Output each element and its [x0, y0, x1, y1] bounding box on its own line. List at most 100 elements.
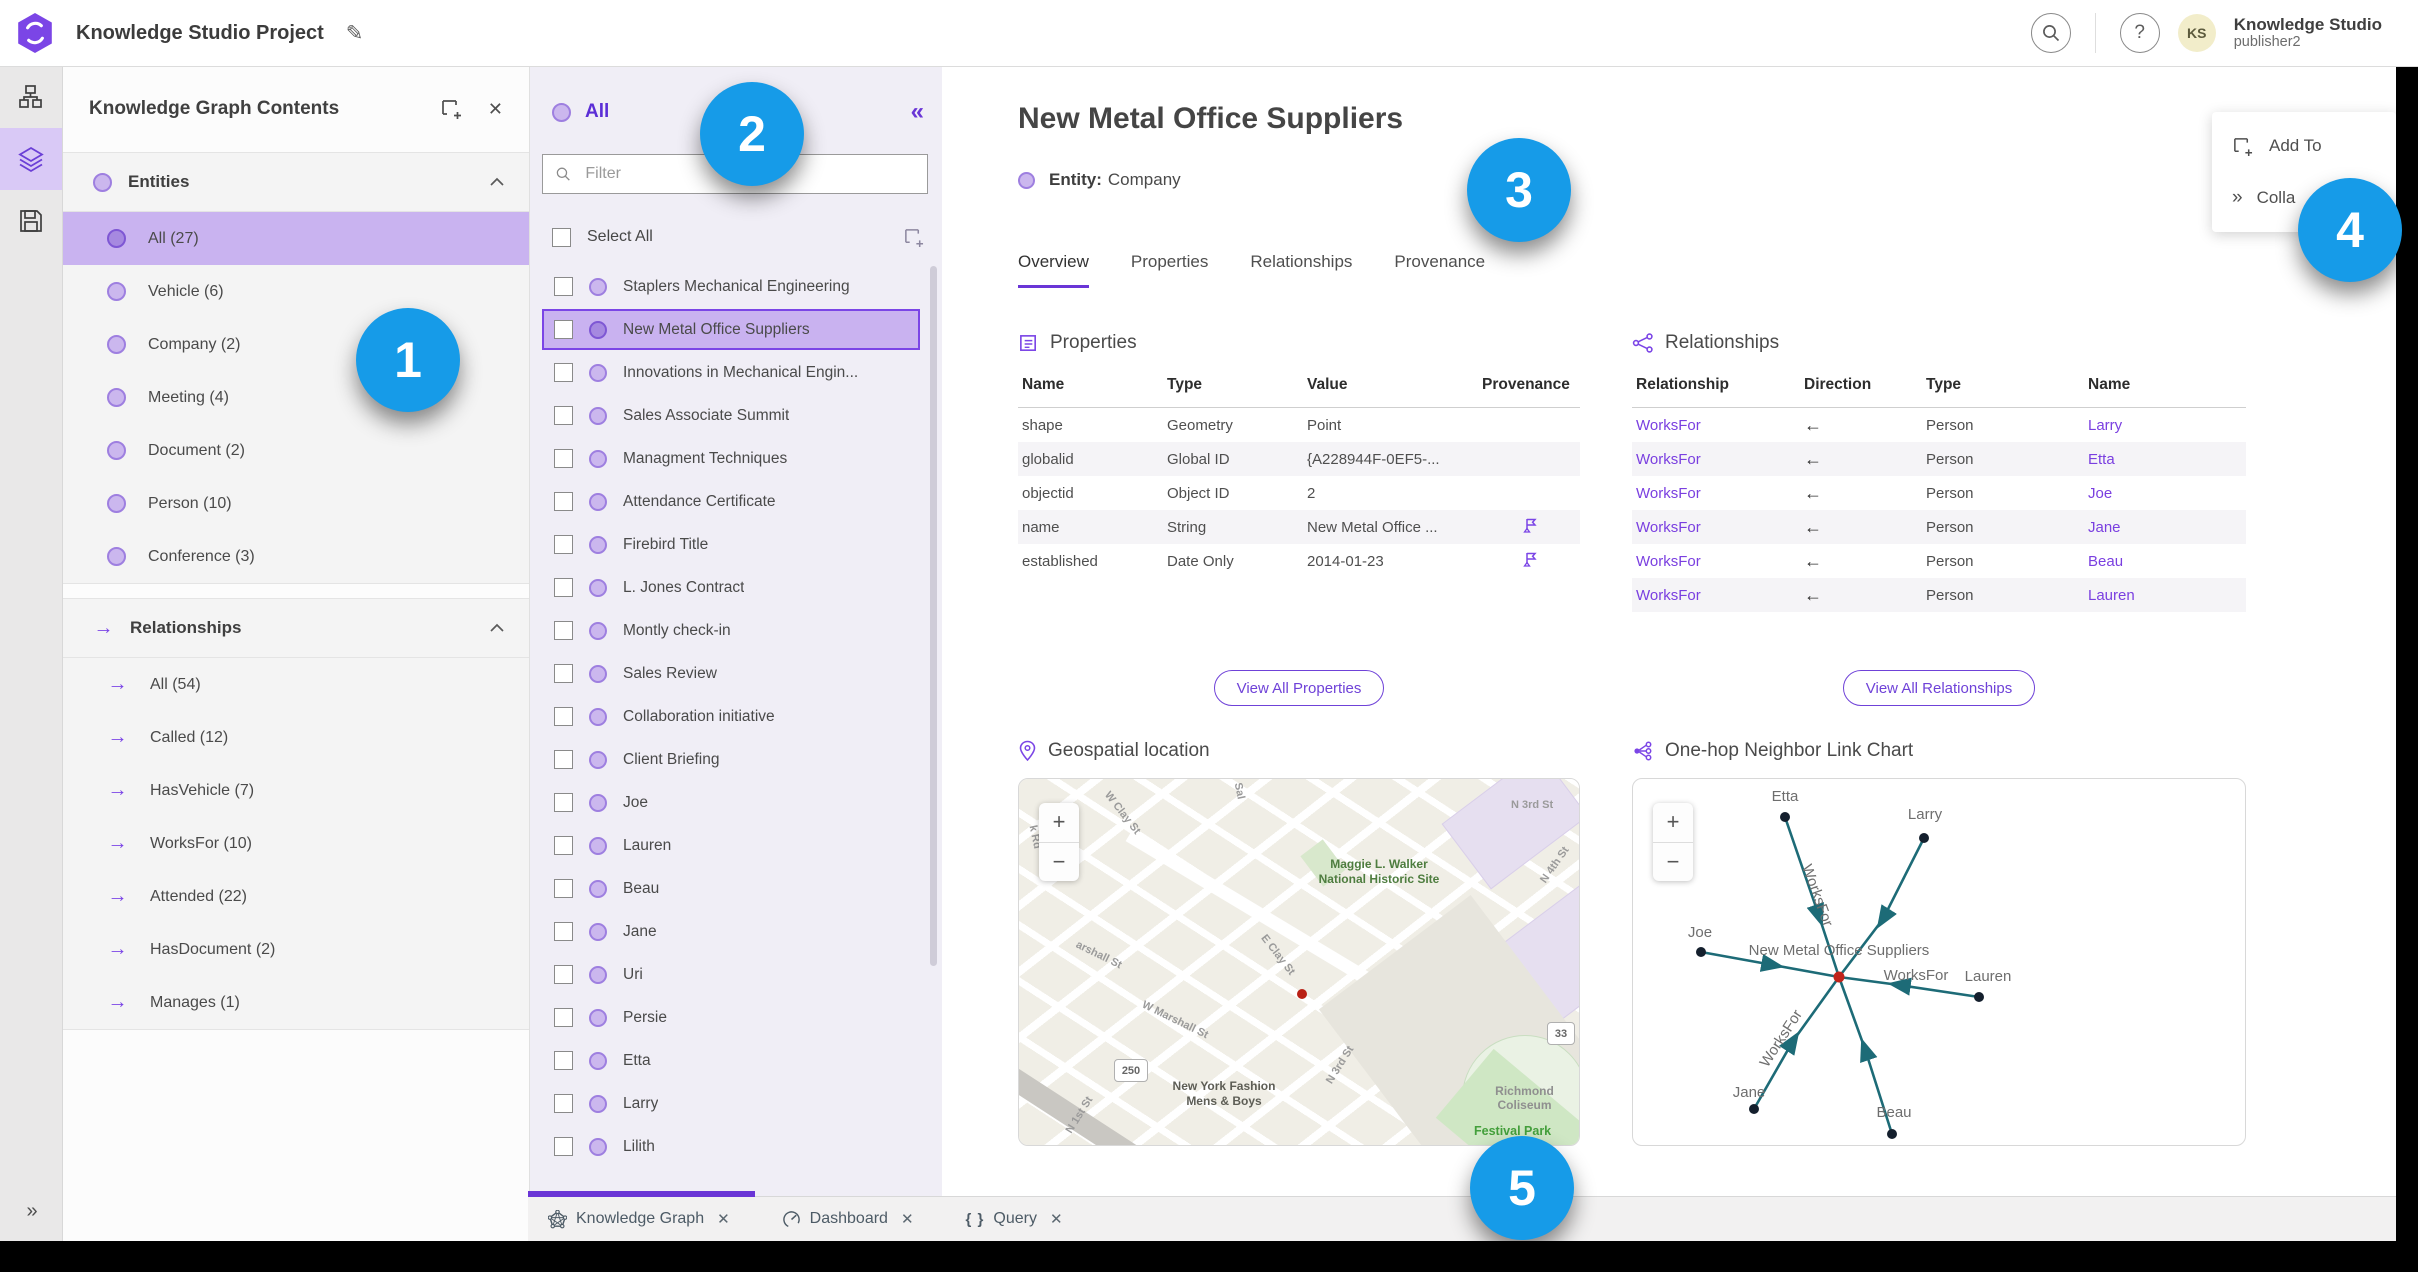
provenance-flag-icon[interactable] — [1522, 551, 1540, 568]
entity-list-item[interactable]: Attendance Certificate — [542, 481, 920, 522]
select-all-checkbox[interactable] — [552, 227, 571, 247]
tab-overview[interactable]: Overview — [1018, 252, 1089, 288]
entity-type-item[interactable]: Person (10) — [63, 477, 529, 530]
item-checkbox[interactable] — [554, 1008, 573, 1027]
relationship-row[interactable]: WorksFor ← Person Etta — [1632, 442, 2246, 476]
add-to-new-icon[interactable] — [440, 98, 462, 120]
item-checkbox[interactable] — [554, 535, 573, 554]
tab-dashboard[interactable]: Dashboard ✕ — [782, 1210, 914, 1229]
relationships-section-header[interactable]: → Relationships — [63, 599, 529, 658]
entity-list-item[interactable]: Lilith — [542, 1126, 920, 1167]
entity-type-item[interactable]: Vehicle (6) — [63, 265, 529, 318]
close-tab-icon[interactable]: ✕ — [1050, 1210, 1063, 1228]
property-row[interactable]: objectid Object ID 2 — [1018, 476, 1580, 510]
tab-relationships[interactable]: Relationships — [1250, 252, 1352, 288]
item-checkbox[interactable] — [554, 922, 573, 941]
zoom-out-button[interactable]: − — [1039, 843, 1079, 882]
entity-list-item[interactable]: L. Jones Contract — [542, 567, 920, 608]
tab-provenance[interactable]: Provenance — [1394, 252, 1485, 288]
entities-section-header[interactable]: Entities — [63, 153, 529, 212]
relationship-type-item[interactable]: → HasVehicle (7) — [63, 764, 529, 817]
item-checkbox[interactable] — [554, 578, 573, 597]
entity-list-item[interactable]: Staplers Mechanical Engineering — [542, 266, 920, 307]
item-checkbox[interactable] — [554, 277, 573, 296]
close-tab-icon[interactable]: ✕ — [901, 1210, 914, 1228]
zoom-in-button[interactable]: + — [1653, 803, 1693, 843]
entity-list-item[interactable]: Joe — [542, 782, 920, 823]
entity-type-item[interactable]: Conference (3) — [63, 530, 529, 583]
item-checkbox[interactable] — [554, 621, 573, 640]
item-checkbox[interactable] — [554, 320, 573, 339]
user-menu[interactable]: Knowledge Studio publisher2 — [2234, 15, 2382, 51]
entity-list-item[interactable]: Firebird Title — [542, 524, 920, 565]
entity-list-item[interactable]: Larry — [542, 1083, 920, 1124]
item-checkbox[interactable] — [554, 492, 573, 511]
entity-list-item[interactable]: Collaboration initiative — [542, 696, 920, 737]
center-node[interactable] — [1833, 971, 1845, 983]
relationship-row[interactable]: WorksFor ← Person Lauren — [1632, 578, 2246, 612]
entity-type-item[interactable]: Meeting (4) — [63, 371, 529, 424]
relationship-type-item[interactable]: → Called (12) — [63, 711, 529, 764]
expand-rail-icon[interactable]: » — [26, 1200, 37, 1223]
tab-query[interactable]: { } Query ✕ — [966, 1210, 1063, 1228]
search-button[interactable] — [2030, 13, 2071, 53]
help-button[interactable]: ? — [2119, 13, 2160, 53]
item-checkbox[interactable] — [554, 406, 573, 425]
relationship-row[interactable]: WorksFor ← Person Larry — [1632, 408, 2246, 442]
relationship-row[interactable]: WorksFor ← Person Beau — [1632, 544, 2246, 578]
relationship-row[interactable]: WorksFor ← Person Jane — [1632, 510, 2246, 544]
collapse-panel-icon[interactable]: « — [911, 98, 924, 126]
entity-list-item[interactable]: Sales Associate Summit — [542, 395, 920, 436]
entity-list-item[interactable]: Persie — [542, 997, 920, 1038]
entity-list-item[interactable]: Client Briefing — [542, 739, 920, 780]
list-scrollbar[interactable] — [930, 266, 937, 966]
link-chart[interactable]: Etta Larry Joe Lauren Jane Beau New Meta… — [1632, 778, 2246, 1146]
view-all-relationships-button[interactable]: View All Relationships — [1842, 670, 2036, 706]
zoom-in-button[interactable]: + — [1039, 803, 1079, 843]
relationship-type-item[interactable]: → WorksFor (10) — [63, 817, 529, 870]
provenance-flag-icon[interactable] — [1522, 517, 1540, 534]
entity-list-item[interactable]: Jane — [542, 911, 920, 952]
entity-type-item[interactable]: Document (2) — [63, 424, 529, 477]
property-row[interactable]: globalid Global ID {A228944F-0EF5-... — [1018, 442, 1580, 476]
add-to-new-icon[interactable] — [903, 227, 924, 248]
data-model-tool[interactable] — [0, 66, 62, 128]
item-checkbox[interactable] — [554, 836, 573, 855]
entity-type-item[interactable]: All (27) — [63, 212, 529, 265]
item-checkbox[interactable] — [554, 1051, 573, 1070]
geospatial-map[interactable]: W Clay St k Rd Sal arshall St W Marshall… — [1018, 778, 1580, 1146]
save-tool[interactable] — [0, 190, 62, 252]
edit-title-icon[interactable]: ✎ — [346, 21, 364, 46]
item-checkbox[interactable] — [554, 879, 573, 898]
item-checkbox[interactable] — [554, 1094, 573, 1113]
close-tab-icon[interactable]: ✕ — [717, 1210, 730, 1228]
item-checkbox[interactable] — [554, 750, 573, 769]
item-checkbox[interactable] — [554, 707, 573, 726]
entity-list-item[interactable]: Sales Review — [542, 653, 920, 694]
property-row[interactable]: shape Geometry Point — [1018, 408, 1580, 442]
entity-list-item[interactable]: Innovations in Mechanical Engin... — [542, 352, 920, 393]
entity-list-item[interactable]: Beau — [542, 868, 920, 909]
relationship-type-item[interactable]: → All (54) — [63, 658, 529, 711]
relationship-type-item[interactable]: → HasDocument (2) — [63, 923, 529, 976]
tab-properties[interactable]: Properties — [1131, 252, 1208, 288]
entity-list-item[interactable]: Lauren — [542, 825, 920, 866]
item-checkbox[interactable] — [554, 664, 573, 683]
avatar[interactable]: KS — [2177, 14, 2216, 52]
contents-tool[interactable] — [0, 128, 62, 190]
add-to-menu-item[interactable]: Add To — [2212, 120, 2396, 172]
tab-knowledge-graph[interactable]: Knowledge Graph ✕ — [548, 1209, 730, 1229]
item-checkbox[interactable] — [554, 363, 573, 382]
view-all-properties-button[interactable]: View All Properties — [1213, 670, 1385, 706]
zoom-out-button[interactable]: − — [1653, 843, 1693, 882]
property-row[interactable]: name String New Metal Office ... — [1018, 510, 1580, 544]
relationship-type-item[interactable]: → Attended (22) — [63, 870, 529, 923]
entity-list-item[interactable]: Uri — [542, 954, 920, 995]
entity-list-item[interactable]: Managment Techniques — [542, 438, 920, 479]
close-panel-icon[interactable]: ✕ — [488, 99, 503, 120]
item-checkbox[interactable] — [554, 793, 573, 812]
entity-list-item[interactable]: New Metal Office Suppliers — [542, 309, 920, 350]
item-checkbox[interactable] — [554, 965, 573, 984]
relationship-type-item[interactable]: → Manages (1) — [63, 976, 529, 1029]
relationship-row[interactable]: WorksFor ← Person Joe — [1632, 476, 2246, 510]
